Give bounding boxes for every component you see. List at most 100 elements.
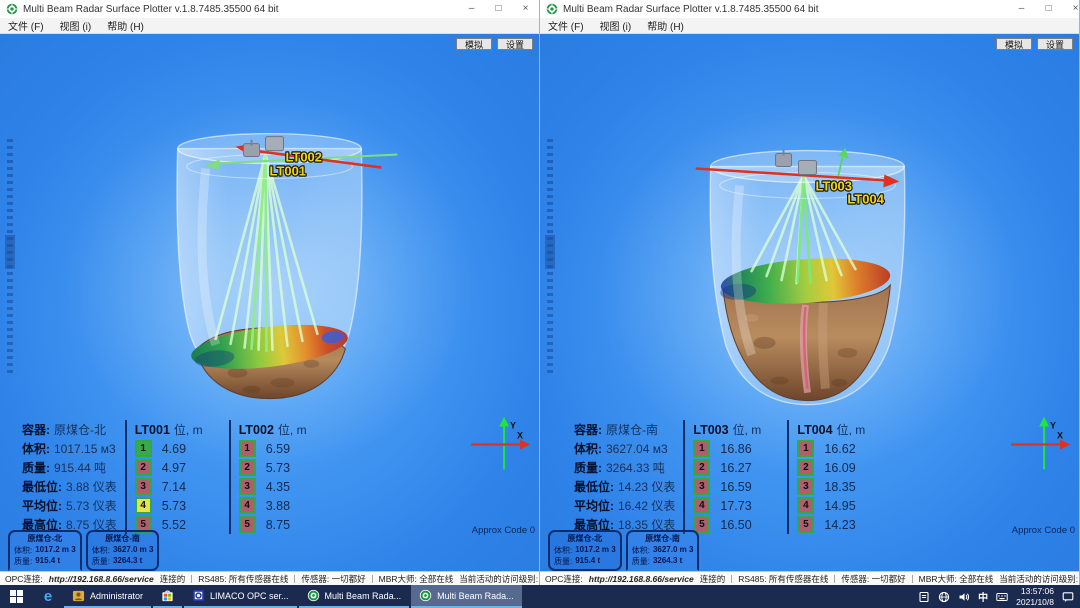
simulate-button[interactable]: 模拟 [996, 38, 1032, 50]
tank-tab-south[interactable]: 原煤仓-南 体积:3627.0 m 3 质量:3264.3 t [86, 530, 160, 571]
beam-status-badge: 4 [797, 497, 814, 514]
measurement-table: 容器:原煤仓-北 体积:1017.15 м3 质量:915.44 吨 最低位:3… [22, 420, 325, 534]
beam-level-value: 18.35 [824, 480, 855, 494]
tank-tab-north[interactable]: 原煤仓-北 体积:1017.2 m 3 质量:915.4 t [548, 530, 622, 571]
title-bar[interactable]: Multi Beam Radar Surface Plotter v.1.8.7… [540, 0, 1079, 18]
column-divider [229, 420, 231, 534]
beam-status-badge: 4 [239, 497, 256, 514]
mass-label: 质量: [574, 459, 602, 476]
beam-level-value: 16.86 [720, 442, 751, 456]
beam-level-value: 16.62 [824, 442, 855, 456]
taskbar-store-button[interactable] [153, 585, 182, 608]
beam-level-value: 4.69 [162, 442, 186, 456]
axis-x-label: X [517, 431, 523, 441]
axis-x-label: X [1057, 431, 1063, 441]
beam-level-value: 4.97 [162, 461, 186, 475]
plotter-window-south: Multi Beam Radar Surface Plotter v.1.8.7… [540, 0, 1080, 585]
settings-button[interactable]: 设置 [1037, 38, 1073, 50]
sensor-column-lt002: LT002位, m 16.59 25.73 34.35 43.88 58.75 [239, 420, 325, 534]
app-icon [546, 3, 558, 15]
tank-tab-north[interactable]: 原煤仓-北 体积:1017.2 m 3 质量:915.4 t [8, 530, 82, 571]
tank-tab-south[interactable]: 原煤仓-南 体积:3627.0 m 3 质量:3264.3 t [626, 530, 700, 571]
taskbar-administrator-button[interactable]: Administrator [64, 585, 151, 608]
avg-level-value: 5.73 仪表 [66, 497, 117, 514]
min-level-value: 14.23 仪表 [618, 478, 675, 495]
container-value: 原煤仓-南 [606, 421, 658, 438]
menu-help[interactable]: 帮助 (H) [107, 18, 144, 33]
minimize-button[interactable]: – [458, 0, 485, 18]
min-level-value: 3.88 仪表 [66, 478, 117, 495]
sensor-column-lt004: LT004位, m 116.62 216.09 318.35 414.95 51… [797, 420, 883, 534]
action-center-icon[interactable] [1062, 591, 1074, 603]
beam-status-badge: 3 [797, 478, 814, 495]
network-globe-icon[interactable] [938, 591, 950, 603]
beam-status-badge: 1 [693, 440, 710, 457]
volume-value: 1017.15 м3 [54, 442, 116, 456]
menu-file[interactable]: 文件 (F) [8, 18, 44, 33]
windows-taskbar: e Administrator LIMACO OPC ser... Multi [0, 585, 1080, 608]
3d-viewport[interactable]: 模拟 设置 [540, 34, 1079, 571]
tank-tab-title: 原煤仓-南 [632, 533, 694, 544]
edge-icon: e [44, 589, 52, 604]
title-bar[interactable]: Multi Beam Radar Surface Plotter v.1.8.7… [0, 0, 539, 18]
taskbar-mbr-plotter-button-1[interactable]: Multi Beam Rada... [299, 585, 410, 608]
menu-file[interactable]: 文件 (F) [548, 18, 584, 33]
app-icon [6, 3, 18, 15]
beam-level-value: 14.23 [824, 518, 855, 532]
taskbar-mbr-plotter-button-2[interactable]: Multi Beam Rada... [411, 585, 522, 608]
maximize-button[interactable]: □ [485, 0, 512, 18]
maximize-button[interactable]: □ [1035, 0, 1062, 18]
tray-app-icon[interactable] [918, 591, 930, 603]
axis-y-label: Y [1050, 421, 1056, 431]
minimize-button[interactable]: – [1008, 0, 1035, 18]
beam-level-value: 6.59 [266, 442, 290, 456]
3d-viewport[interactable]: 模拟 设置 [0, 34, 539, 571]
edge-browser-button[interactable]: e [32, 585, 64, 608]
clock-date: 2021/10/8 [1016, 597, 1054, 608]
container-label: 容器: [574, 421, 602, 438]
beam-level-value: 16.50 [720, 518, 751, 532]
menu-view[interactable]: 视图 (i) [600, 18, 632, 33]
container-label: 容器: [22, 421, 50, 438]
avg-level-value: 16.42 仪表 [618, 497, 675, 514]
mbr-plotter-icon [307, 589, 320, 602]
opc-url: http://192.168.8.66/service [589, 574, 694, 584]
sensor-label-lt004[interactable]: LT004 [847, 191, 884, 206]
axis-indicator: Y X [1011, 417, 1070, 470]
column-divider [683, 420, 685, 534]
approx-code-label: Approx Code 0 [472, 525, 535, 536]
sensor-unit-label: 位, m [733, 421, 762, 438]
start-button[interactable] [0, 585, 32, 608]
beam-status-badge: 1 [239, 440, 256, 457]
touch-keyboard-icon[interactable] [996, 591, 1008, 603]
avg-level-label: 平均位: [574, 497, 614, 514]
opc-label: OPC连接: [5, 573, 43, 585]
rs485-status: RS485: 所有传感器在线 [738, 573, 828, 585]
clock-time: 13:57:06 [1016, 586, 1054, 597]
close-button[interactable]: × [1062, 0, 1080, 18]
beam-level-value: 4.35 [266, 480, 290, 494]
sensor-column-header: LT002 [239, 423, 274, 437]
beam-level-value: 5.52 [162, 518, 186, 532]
measurement-table: 容器:原煤仓-南 体积:3627.04 м3 质量:3264.33 吨 最低位:… [574, 420, 883, 534]
taskbar-button-label: Multi Beam Rada... [325, 591, 402, 601]
volume-icon[interactable] [958, 591, 970, 603]
ime-indicator[interactable]: 中 [978, 589, 988, 604]
plotter-window-north: Multi Beam Radar Surface Plotter v.1.8.7… [0, 0, 540, 585]
sensor-column-header: LT004 [797, 423, 832, 437]
simulate-button[interactable]: 模拟 [456, 38, 492, 50]
menu-view[interactable]: 视图 (i) [60, 18, 92, 33]
tank-tab-title: 原煤仓-北 [554, 533, 616, 544]
sensor-label-lt001[interactable]: LT001 [270, 163, 307, 178]
menu-help[interactable]: 帮助 (H) [647, 18, 684, 33]
tank-tabs: 原煤仓-北 体积:1017.2 m 3 质量:915.4 t 原煤仓-南 体积:… [548, 530, 699, 571]
taskbar-limaco-button[interactable]: LIMACO OPC ser... [184, 585, 297, 608]
settings-button[interactable]: 设置 [497, 38, 533, 50]
sensor-unit-label: 位, m [278, 421, 307, 438]
sensor-unit-label: 位, m [174, 421, 203, 438]
sensor-label-lt002[interactable]: LT002 [285, 150, 322, 165]
beam-level-value: 16.09 [824, 461, 855, 475]
close-button[interactable]: × [512, 0, 539, 18]
opc-state: 连接的 [160, 573, 186, 585]
taskbar-clock[interactable]: 13:57:06 2021/10/8 [1016, 586, 1054, 607]
